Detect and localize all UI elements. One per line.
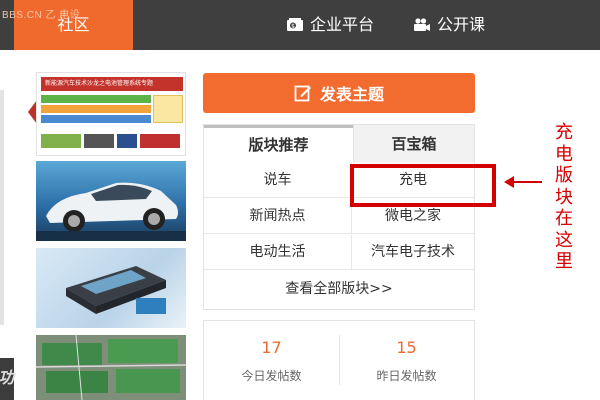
left-edge-panel xyxy=(0,90,4,325)
thumbnail-event-banner[interactable]: 新能源汽车技术沙龙之电池管理系统专题 xyxy=(36,72,186,156)
banner-row xyxy=(41,95,151,103)
nav-item-enterprise[interactable]: $ 企业平台 xyxy=(286,0,374,50)
tab-toolbox[interactable]: 百宝箱 xyxy=(353,125,474,163)
sponsor-logo xyxy=(117,134,137,148)
tab-board-recommend[interactable]: 版块推荐 xyxy=(204,125,353,163)
sponsor-logo xyxy=(84,134,114,148)
annotation-arrow-icon xyxy=(504,176,542,188)
sponsor-logos xyxy=(41,131,183,151)
nav-item-open-course[interactable]: 公开课 xyxy=(413,0,485,50)
board-recommend-panel: 版块推荐 百宝箱 说车 充电 新闻热点 微电之家 电动生活 汽车电子技术 查看全… xyxy=(203,124,475,310)
car-illustration xyxy=(36,182,186,241)
thumbnail-car-photo[interactable] xyxy=(36,161,186,241)
stat-today-label: 今日发帖数 xyxy=(241,369,302,383)
board-link-hot-news[interactable]: 新闻热点 xyxy=(204,199,352,234)
thumbnail-banner-title: 新能源汽车技术沙龙之电池管理系统专题 xyxy=(41,77,183,91)
stat-today: 17 今日发帖数 xyxy=(204,337,339,384)
enterprise-icon: $ xyxy=(286,17,304,33)
annotation-note: 充电版块在这里 xyxy=(555,122,573,272)
post-topic-label: 发表主题 xyxy=(319,85,384,104)
svg-text:$: $ xyxy=(291,23,295,30)
top-navigation: 社区 BBS.CN 乙 电设 $ 企业平台 公开课 xyxy=(0,0,600,50)
stat-today-value: 17 xyxy=(261,338,282,357)
charging-board-highlight-box xyxy=(350,164,496,207)
thumbnail-circuit-boards[interactable] xyxy=(36,335,186,400)
banner-row xyxy=(41,105,151,113)
nav-item-enterprise-label: 企业平台 xyxy=(310,15,375,34)
board-link-ev-life[interactable]: 电动生活 xyxy=(204,235,352,270)
post-topic-button[interactable]: 发表主题 xyxy=(203,73,475,113)
left-edge-dark-panel: 功 xyxy=(0,358,14,400)
circuit-board-illustration xyxy=(36,335,186,400)
post-stats-panel: 17 今日发帖数 15 昨日发帖数 xyxy=(203,320,475,400)
stat-yesterday-label: 昨日发帖数 xyxy=(376,369,437,383)
video-camera-icon xyxy=(413,17,431,33)
watermark-text: BBS.CN 乙 电设 xyxy=(2,10,81,21)
left-edge-glyph: 功 xyxy=(0,364,14,388)
board-link-auto-electronics[interactable]: 汽车电子技术 xyxy=(352,235,474,270)
board-link-car-talk[interactable]: 说车 xyxy=(204,163,352,198)
banner-row xyxy=(41,115,151,123)
stat-yesterday: 15 昨日发帖数 xyxy=(339,337,474,384)
view-all-boards-link[interactable]: 查看全部版块>> xyxy=(204,271,474,309)
thumbnail-battery-module[interactable] xyxy=(36,248,186,328)
banner-side-box xyxy=(153,95,183,123)
sponsor-logo xyxy=(140,134,180,148)
stat-yesterday-value: 15 xyxy=(396,338,417,357)
sponsor-logo xyxy=(41,134,81,148)
edit-icon xyxy=(294,84,312,102)
battery-module-illustration xyxy=(66,266,166,314)
nav-item-open-course-label: 公开课 xyxy=(437,15,486,34)
